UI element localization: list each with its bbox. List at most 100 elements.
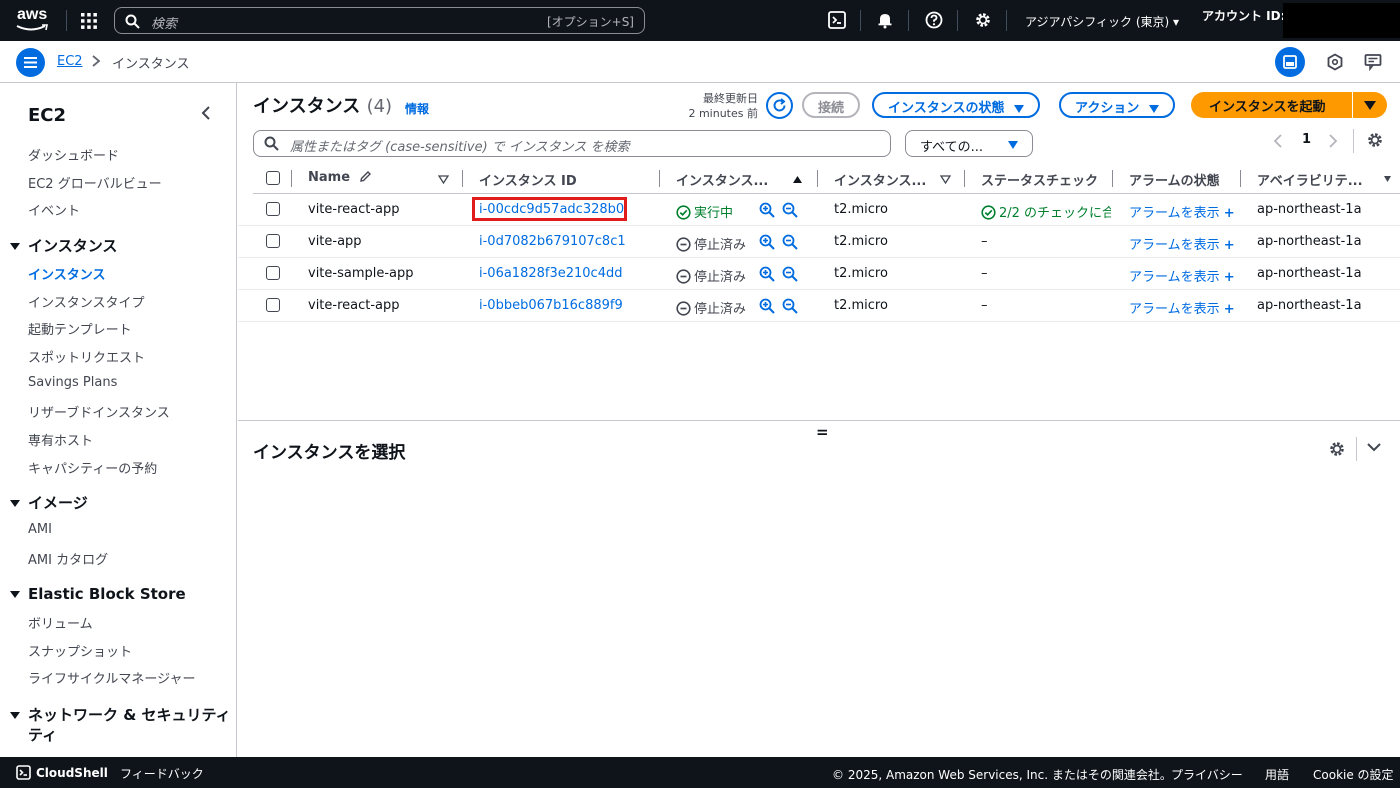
zoom-out-icon[interactable] — [782, 266, 798, 282]
column-header-name[interactable]: Name — [308, 165, 458, 193]
global-search-input[interactable]: 検索 [オプション+S] — [114, 7, 645, 34]
chevron-left-icon[interactable] — [200, 105, 212, 121]
apps-grid-icon[interactable] — [80, 12, 98, 30]
sidebar-item-savings-plans[interactable]: Savings Plans — [28, 375, 117, 390]
plus-icon[interactable]: + — [1224, 270, 1235, 285]
instance-id-link[interactable]: i-06a1828f3e210c4dd — [479, 266, 622, 281]
table-row[interactable]: vite-sample-app i-06a1828f3e210c4dd 停止済み… — [238, 258, 1400, 290]
aws-logo[interactable]: aws — [15, 6, 49, 32]
sidebar-item-reserved-instances[interactable]: リザーブドインスタンス — [28, 402, 170, 421]
cookie-settings-link[interactable]: Cookie の設定 — [1313, 766, 1394, 783]
sidebar-item-launch-templates[interactable]: 起動テンプレート — [28, 319, 132, 338]
connect-button[interactable]: 接続 — [802, 92, 861, 118]
feedback-link[interactable]: フィードバック — [120, 765, 204, 782]
select-all-checkbox[interactable] — [266, 171, 280, 185]
zoom-in-icon[interactable] — [759, 202, 775, 218]
breadcrumb-ec2-link[interactable]: EC2 — [57, 54, 83, 69]
privacy-link[interactable]: プライバシー — [1171, 766, 1243, 783]
sidebar-section-network-security[interactable]: ネットワーク & セキュリティ — [10, 704, 231, 725]
sidebar-item-dashboard[interactable]: ダッシュボード — [28, 145, 119, 164]
view-alarms-link[interactable]: アラームを表示 + — [1129, 266, 1235, 285]
sidebar-item-volumes[interactable]: ボリューム — [28, 613, 93, 632]
sort-caret-icon[interactable] — [940, 175, 951, 184]
help-icon[interactable] — [925, 11, 945, 31]
zoom-out-icon[interactable] — [782, 298, 798, 314]
pagination-prev-icon[interactable] — [1273, 134, 1283, 148]
side-nav-toggle-button[interactable] — [16, 48, 45, 77]
info-link[interactable]: 情報 — [405, 100, 429, 117]
row-checkbox[interactable] — [266, 202, 280, 216]
hexagon-icon[interactable] — [1326, 53, 1344, 71]
zoom-out-icon[interactable] — [782, 234, 798, 250]
sort-caret-icon[interactable] — [1383, 175, 1392, 183]
caret-down-icon — [1008, 141, 1018, 149]
status-check[interactable]: 2/2 のチェックに合格 — [981, 202, 1111, 221]
notifications-panel-icon[interactable] — [1364, 53, 1382, 71]
column-header-instance-id[interactable]: インスタンス ID — [479, 165, 649, 193]
view-alarms-link[interactable]: アラームを表示 + — [1129, 298, 1235, 317]
terms-link[interactable]: 用語 — [1265, 766, 1289, 783]
column-header-instance-type[interactable]: インスタンス... — [834, 165, 934, 193]
table-row[interactable]: vite-react-app i-0bbeb067b16c889f9 停止済み … — [238, 290, 1400, 322]
cloudshell-icon[interactable] — [828, 11, 848, 31]
instance-id-link[interactable]: i-0d7082b679107c8c1 — [479, 234, 626, 249]
column-header-availability-zone[interactable]: アベイラビリテ... — [1257, 165, 1377, 193]
plus-icon[interactable]: + — [1224, 302, 1235, 317]
sidebar-item-capacity-reservations[interactable]: キャパシティーの予約 — [28, 458, 157, 477]
cloudshell-link[interactable]: CloudShell — [36, 766, 108, 780]
sidebar-item-global-view[interactable]: EC2 グローバルビュー — [28, 173, 162, 192]
table-row[interactable]: vite-app i-0d7082b679107c8c1 停止済み t2.mic… — [238, 226, 1400, 258]
column-header-status-check[interactable]: ステータスチェック — [981, 165, 1098, 193]
plus-icon[interactable]: + — [1224, 238, 1235, 253]
region-selector[interactable]: アジアパシフィック (東京) ▾ — [1025, 13, 1179, 30]
launch-instance-dropdown[interactable] — [1353, 92, 1387, 118]
view-alarms-link[interactable]: アラームを表示 + — [1129, 202, 1235, 221]
sidebar-item-spot-requests[interactable]: スポットリクエスト — [28, 347, 145, 366]
column-divider — [1240, 170, 1241, 187]
instance-id-link[interactable]: i-0bbeb067b16c889f9 — [479, 298, 623, 313]
launch-instance-button[interactable]: インスタンスを起動 — [1191, 92, 1352, 118]
column-header-alarm-status[interactable]: アラームの状態 — [1129, 165, 1239, 193]
actions-dropdown[interactable]: アクション — [1059, 92, 1176, 118]
row-checkbox[interactable] — [266, 266, 280, 280]
zoom-in-icon[interactable] — [759, 234, 775, 250]
column-header-instance-state[interactable]: インスタンス... — [676, 165, 776, 193]
table-preferences-gear-icon[interactable] — [1366, 131, 1384, 149]
sidebar-item-dedicated-hosts[interactable]: 専有ホスト — [28, 430, 93, 449]
sidebar-item-instances[interactable]: インスタンス — [28, 264, 105, 283]
sidebar-item-instance-types[interactable]: インスタンスタイプ — [28, 292, 144, 311]
pagination-next-icon[interactable] — [1328, 134, 1338, 148]
zoom-out-icon[interactable] — [782, 202, 798, 218]
zoom-in-icon[interactable] — [759, 298, 775, 314]
account-menu[interactable]: アカウント ID: — [1202, 7, 1285, 24]
instance-state-dropdown[interactable]: インスタンスの状態 — [872, 92, 1041, 118]
pagination-page[interactable]: 1 — [1302, 132, 1311, 147]
sidebar-item-events[interactable]: イベント — [28, 200, 80, 219]
instance-state: 停止済み — [676, 234, 746, 253]
table-row[interactable]: vite-react-app i-00cdc9d57adc328b0 実行中 t… — [238, 194, 1400, 226]
bell-icon[interactable] — [876, 11, 896, 31]
sidebar-item-ami[interactable]: AMI — [28, 522, 52, 537]
split-panel-resize-handle[interactable]: = — [816, 423, 829, 441]
split-panel-button[interactable] — [1275, 47, 1305, 77]
sort-caret-icon[interactable] — [438, 175, 449, 184]
split-panel-gear-icon[interactable] — [1328, 440, 1346, 458]
sidebar-item-ami-catalog[interactable]: AMI カタログ — [28, 549, 108, 568]
plus-icon[interactable]: + — [1224, 206, 1235, 221]
sidebar-section-ebs[interactable]: Elastic Block Store — [10, 585, 186, 603]
state-filter-select[interactable]: すべての... — [905, 130, 1033, 157]
row-checkbox[interactable] — [266, 298, 280, 312]
chevron-down-icon[interactable] — [1366, 441, 1382, 453]
sidebar-section-images[interactable]: イメージ — [10, 492, 88, 513]
instance-filter-input[interactable]: 属性またはタグ (case-sensitive) で インスタンス を検索 — [253, 130, 891, 157]
zoom-in-icon[interactable] — [759, 266, 775, 282]
settings-icon[interactable] — [974, 11, 994, 31]
sort-ascending-icon[interactable] — [792, 175, 803, 184]
refresh-button[interactable] — [766, 92, 793, 119]
sidebar-item-lifecycle-manager[interactable]: ライフサイクルマネージャー — [28, 668, 195, 687]
sidebar-section-instances[interactable]: インスタンス — [10, 235, 117, 256]
sidebar-item-snapshots[interactable]: スナップショット — [28, 641, 132, 660]
row-checkbox[interactable] — [266, 234, 280, 248]
view-alarms-link[interactable]: アラームを表示 + — [1129, 234, 1235, 253]
cloudshell-icon[interactable] — [16, 765, 31, 780]
